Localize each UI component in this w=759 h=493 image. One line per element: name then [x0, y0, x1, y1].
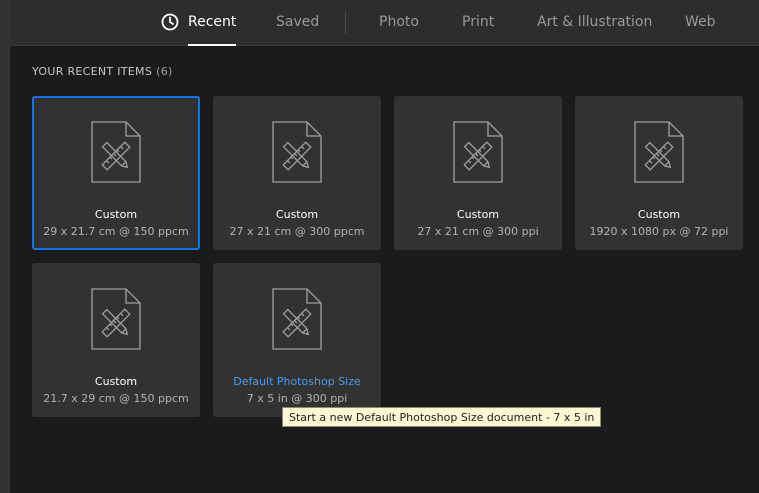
clock-icon	[161, 13, 179, 31]
tab-print[interactable]: Print	[462, 0, 494, 45]
recent-items-count: (6)	[156, 65, 173, 78]
tab-art-illustration-label: Art & Illustration	[537, 14, 653, 30]
recent-items-title: YOUR RECENT ITEMS	[32, 65, 153, 78]
tab-web[interactable]: Web	[685, 0, 716, 45]
tab-recent-label: Recent	[188, 0, 237, 46]
tab-saved-label: Saved	[276, 14, 320, 30]
recent-item-card[interactable]: Custom 27 x 21 cm @ 300 ppcm	[213, 96, 381, 250]
new-document-dialog: Recent Saved Photo Print Art & Illustrat…	[0, 0, 759, 493]
document-custom-icon	[272, 121, 322, 183]
item-dimensions: 7 x 5 in @ 300 ppi	[246, 392, 348, 405]
item-name: Custom	[94, 208, 138, 221]
item-dimensions: 27 x 21 cm @ 300 ppi	[417, 225, 539, 238]
item-dimensions: 1920 x 1080 px @ 72 ppi	[589, 225, 729, 238]
tab-art-illustration[interactable]: Art & Illustration	[537, 0, 652, 45]
tab-photo[interactable]: Photo	[379, 0, 419, 45]
recent-item-card-default-photoshop[interactable]: Default Photoshop Size 7 x 5 in @ 300 pp…	[213, 263, 381, 417]
document-custom-icon	[453, 121, 503, 183]
document-custom-icon	[634, 121, 684, 183]
item-dimensions: 27 x 21 cm @ 300 ppcm	[229, 225, 365, 238]
document-custom-icon	[272, 288, 322, 350]
recent-item-card[interactable]: Custom 27 x 21 cm @ 300 ppi	[394, 96, 562, 250]
tab-photo-label: Photo	[379, 14, 419, 30]
tooltip: Start a new Default Photoshop Size docum…	[282, 407, 602, 427]
tab-divider	[345, 11, 346, 34]
recent-items-heading: YOUR RECENT ITEMS (6)	[32, 65, 173, 78]
recent-item-card[interactable]: Custom 29 x 21.7 cm @ 150 ppcm	[32, 96, 200, 250]
item-dimensions: 21.7 x 29 cm @ 150 ppcm	[43, 392, 189, 405]
item-name: Custom	[637, 208, 681, 221]
tab-saved[interactable]: Saved	[276, 0, 319, 45]
item-name: Default Photoshop Size	[233, 375, 361, 388]
recent-item-card[interactable]: Custom 1920 x 1080 px @ 72 ppi	[575, 96, 743, 250]
document-custom-icon	[91, 288, 141, 350]
item-name: Custom	[275, 208, 319, 221]
document-custom-icon	[91, 121, 141, 183]
tab-web-label: Web	[685, 14, 716, 30]
item-name: Custom	[94, 375, 138, 388]
item-dimensions: 29 x 21.7 cm @ 150 ppcm	[43, 225, 189, 238]
tab-recent[interactable]: Recent	[188, 0, 237, 46]
item-name: Custom	[456, 208, 500, 221]
recent-item-card[interactable]: Custom 21.7 x 29 cm @ 150 ppcm	[32, 263, 200, 417]
tab-print-label: Print	[462, 14, 495, 30]
left-panel-edge	[0, 0, 10, 493]
